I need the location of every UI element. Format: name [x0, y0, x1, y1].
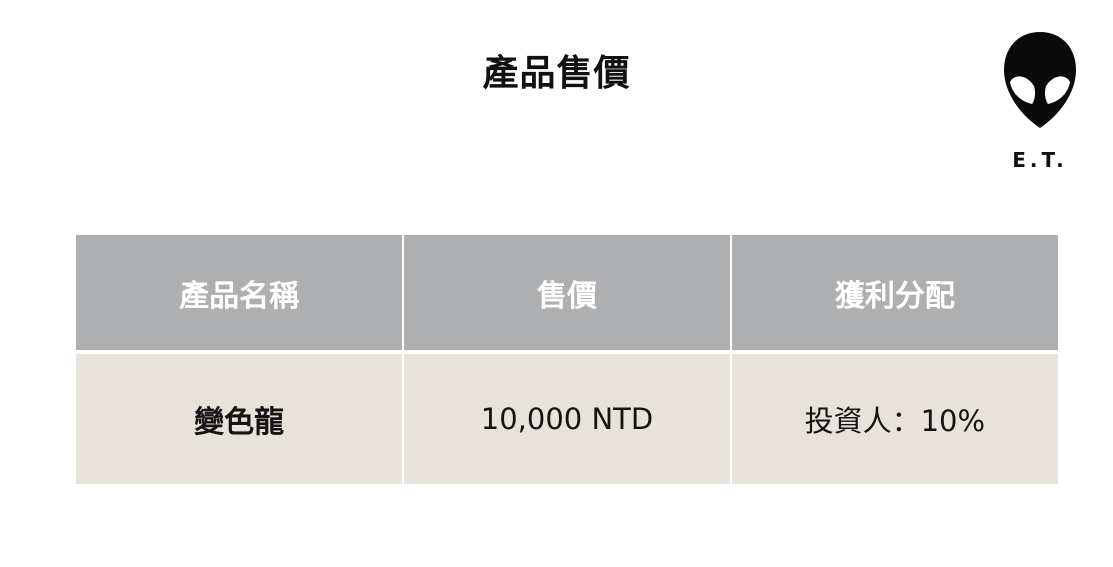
page-title: 產品售價 [482, 53, 631, 94]
header-price: 售價 [403, 235, 732, 354]
cell-price: 10,000 NTD [403, 352, 732, 484]
cell-profit-share: 投資人：10% [730, 352, 1058, 484]
et-logo: E.T. [995, 30, 1085, 180]
product-price-table: 產品名稱 售價 獲利分配 變色龍 10,000 NTD 投資人：10% [76, 235, 1058, 484]
cell-product-name: 變色龍 [76, 352, 405, 484]
header-profit-share: 獲利分配 [730, 235, 1058, 354]
logo-text: E.T. [1012, 148, 1068, 172]
table-row: 變色龍 10,000 NTD 投資人：10% [76, 352, 1058, 484]
header-product-name: 產品名稱 [76, 235, 405, 354]
table-header-row: 產品名稱 售價 獲利分配 [76, 235, 1058, 354]
alien-head-icon [1004, 32, 1076, 128]
